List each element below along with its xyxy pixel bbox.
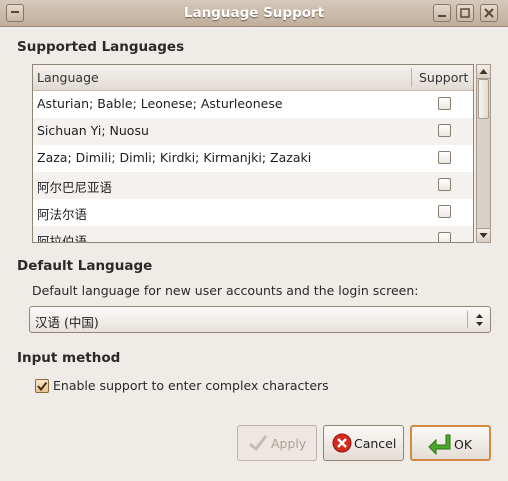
language-name: Asturian; Bable; Leonese; Asturleonese <box>37 96 283 111</box>
title-bar[interactable]: Language Support <box>0 0 508 27</box>
support-checkbox[interactable] <box>438 178 451 191</box>
support-checkbox[interactable] <box>438 205 451 218</box>
close-icon[interactable] <box>480 4 498 22</box>
language-support-window: Language Support Supported Languages Lan… <box>0 0 508 481</box>
ok-label: OK <box>454 437 473 452</box>
list-item[interactable]: Sichuan Yi; Nuosu <box>33 118 473 145</box>
cancel-label: Cancel <box>354 436 397 451</box>
maximize-icon[interactable] <box>456 4 474 22</box>
language-name: Zaza; Dimili; Dimli; Kirdki; Kirmanjki; … <box>37 150 312 165</box>
language-name: Sichuan Yi; Nuosu <box>37 123 149 138</box>
scroll-up-arrow-icon[interactable] <box>477 65 490 79</box>
support-checkbox[interactable] <box>438 232 451 242</box>
list-item[interactable]: 阿法尔语 <box>33 199 473 226</box>
list-item[interactable]: Zaza; Dimili; Dimli; Kirdki; Kirmanjki; … <box>33 145 473 172</box>
support-checkbox[interactable] <box>438 124 451 137</box>
supported-languages-heading: Supported Languages <box>17 39 185 55</box>
list-item[interactable]: 阿尔巴尼亚语 <box>33 172 473 199</box>
column-header-language[interactable]: Language <box>37 70 99 85</box>
default-language-combo[interactable]: 汉语 (中国) <box>29 306 491 333</box>
scroll-thumb[interactable] <box>478 79 489 119</box>
language-name: 阿尔巴尼亚语 <box>37 180 113 195</box>
language-name: 阿法尔语 <box>37 207 88 222</box>
minimize-icon[interactable] <box>433 4 451 22</box>
language-list[interactable]: Language Support Asturian; Bable; Leones… <box>32 64 474 243</box>
default-language-description: Default language for new user accounts a… <box>32 283 419 298</box>
cancel-button[interactable]: Cancel <box>323 425 404 461</box>
support-checkbox[interactable] <box>438 97 451 110</box>
default-language-value: 汉语 (中国) <box>35 315 99 330</box>
combo-separator <box>467 311 468 328</box>
ok-button[interactable]: OK <box>410 425 491 461</box>
enable-complex-characters-checkbox[interactable] <box>35 379 49 393</box>
enable-complex-characters-label[interactable]: Enable support to enter complex characte… <box>53 378 329 393</box>
apply-check-icon <box>249 435 268 452</box>
list-item[interactable]: Asturian; Bable; Leonese; Asturleonese <box>33 91 473 118</box>
column-divider <box>411 68 412 87</box>
apply-button[interactable]: Apply <box>237 425 317 461</box>
scroll-down-arrow-icon[interactable] <box>477 228 490 242</box>
language-list-scrollbar[interactable] <box>476 64 491 243</box>
ok-enter-icon <box>428 434 451 455</box>
cancel-icon <box>332 433 352 453</box>
column-header-support[interactable]: Support <box>419 70 468 85</box>
updown-arrows-icon <box>475 312 484 331</box>
input-method-heading: Input method <box>17 350 121 366</box>
language-name: 阿拉伯语 <box>37 234 88 243</box>
apply-label: Apply <box>271 436 307 451</box>
window-title: Language Support <box>183 5 325 21</box>
default-language-heading: Default Language <box>17 258 153 274</box>
support-checkbox[interactable] <box>438 151 451 164</box>
list-item[interactable]: 阿拉伯语 <box>33 226 473 243</box>
list-header: Language Support <box>33 65 473 91</box>
